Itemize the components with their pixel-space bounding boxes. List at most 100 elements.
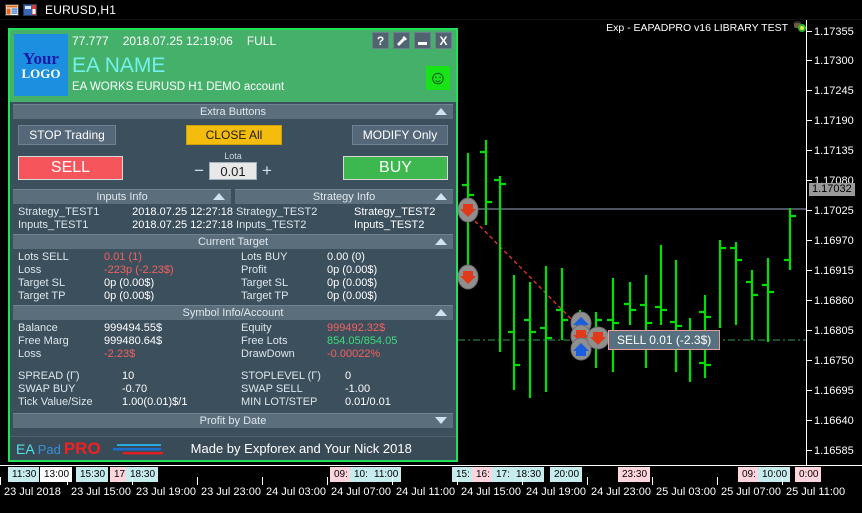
cell-key: SWAP SELL [241, 383, 345, 396]
window-title: EURUSD,H1 [45, 3, 116, 17]
cell-value: Strategy_TEST2 [354, 206, 435, 219]
cell-value: -0.70 [122, 383, 147, 396]
table-row: Balance999494.55$ Equity999492.32$ [10, 322, 456, 335]
time-badge-label: 0:00 [799, 469, 818, 480]
cell-value: 0.00 (0) [327, 251, 365, 264]
price-tick: 1.17245 [807, 86, 854, 96]
time-badge[interactable]: 10:00 [758, 467, 790, 482]
time-tick: 24 Jul 11:00 [396, 486, 455, 498]
cell-value: 0p (0.00$) [327, 290, 377, 303]
time-badge[interactable]: 11:00 [370, 467, 401, 482]
cell-value: 0p (0.00$) [327, 277, 377, 290]
price-tick: 1.17355 [807, 27, 854, 37]
time-badge-label: 11:30 [12, 469, 36, 480]
sell-marker [458, 198, 478, 222]
price-tick: 1.16750 [807, 356, 854, 366]
tools-icon [396, 35, 408, 47]
lot-input[interactable]: 0.01 [209, 162, 257, 180]
cell-key: Target TP [241, 290, 327, 303]
table-row: Free Marg999480.64$ Free Lots854.05/854.… [10, 335, 456, 348]
time-badge[interactable]: 09: [330, 467, 351, 482]
table-row: Loss-2.23$ DrawDown-0.00022% [10, 348, 456, 361]
minimize-button[interactable] [414, 32, 431, 49]
time-tick: 23 Jul 23:00 [201, 486, 261, 498]
brand-lines-icon [113, 442, 169, 456]
chevron-up-icon [435, 108, 447, 115]
time-tick: 24 Jul 23:00 [591, 486, 651, 498]
chevron-up-icon [435, 193, 447, 200]
current-price-label: 1.17032 [809, 183, 855, 196]
cell-key: DrawDown [241, 348, 327, 361]
trade-row: SELL Lota − 0.01 + BUY [10, 145, 456, 187]
time-badge[interactable]: 17: [492, 467, 513, 482]
time-badge[interactable]: 15: [452, 467, 473, 482]
section-header-inputs-info[interactable]: Inputs Info [13, 189, 231, 204]
close-button[interactable]: X [435, 32, 452, 49]
section-header-symbol-info[interactable]: Symbol Info/Account [13, 305, 453, 320]
time-badge[interactable]: 0:00 [795, 467, 821, 482]
cell-key: Strategy_TEST2 [236, 206, 354, 219]
price-tick: 1.16860 [807, 296, 854, 306]
cell-value: 0p (0.00$) [104, 277, 154, 290]
stop-trading-button[interactable]: STOP Trading [18, 125, 116, 145]
close-all-button[interactable]: CLOSE All [186, 125, 282, 145]
time-badge[interactable]: 18:30 [126, 467, 158, 482]
price-tick: 1.17300 [807, 56, 854, 66]
buy-button[interactable]: BUY [343, 156, 448, 180]
price-scale[interactable]: 1.17355 1.17300 1.17245 1.17190 1.17135 … [806, 20, 862, 465]
cell-key: Balance [18, 322, 104, 335]
settings-button[interactable] [393, 32, 410, 49]
eapad-panel[interactable]: 77.777 2018.07.25 12:19:06 FULL ? X Your… [8, 28, 458, 462]
price-tick: 1.16640 [807, 416, 854, 426]
time-badge[interactable]: 18:30 [512, 467, 544, 482]
time-badge-label: 15:30 [80, 469, 105, 480]
section-header-extra-buttons[interactable]: Extra Buttons [13, 104, 453, 119]
cell-key: Target TP [18, 290, 104, 303]
time-badge[interactable]: 11:30 [8, 467, 39, 482]
modify-only-button[interactable]: MODIFY Only [352, 125, 448, 145]
help-button[interactable]: ? [372, 32, 389, 49]
time-badge[interactable]: 20:00 [550, 467, 582, 482]
cell-value: 0 [345, 370, 351, 383]
price-tick: 1.17190 [807, 116, 854, 126]
ea-subtitle: EA WORKS EURUSD H1 DEMO account [72, 81, 284, 93]
price-tick: 1.16585 [807, 446, 854, 456]
time-badge-label: 09: [334, 469, 348, 480]
lot-decrease-button[interactable]: − [194, 164, 204, 178]
info-headers-row: Inputs Info Strategy Info [10, 189, 456, 204]
time-badge[interactable]: 09: [738, 467, 759, 482]
cell-key: Target SL [241, 277, 327, 290]
cell-value: 854.05/854.05 [327, 335, 397, 348]
sell-button[interactable]: SELL [18, 156, 123, 180]
lot-increase-button[interactable]: + [262, 164, 272, 178]
time-badge-label: 10:00 [762, 469, 787, 480]
section-header-current-target[interactable]: Current Target [13, 234, 453, 249]
section-header-profit-by-date[interactable]: Profit by Date [13, 413, 453, 428]
time-tick: 23 Jul 19:00 [136, 486, 196, 498]
time-badge[interactable]: 15:30 [76, 467, 108, 482]
section-title: Strategy Info [313, 191, 375, 203]
time-badge-label: 20:00 [554, 469, 579, 480]
cell-key: Strategy_TEST1 [18, 206, 132, 219]
time-tick: 24 Jul 03:00 [266, 486, 326, 498]
cell-value: Inputs_TEST2 [354, 219, 424, 232]
section-header-strategy-info[interactable]: Strategy Info [235, 189, 453, 204]
time-badge-label: 18:30 [130, 469, 155, 480]
time-badge[interactable]: 16: [472, 467, 493, 482]
smiley-icon[interactable]: ☺ [426, 66, 450, 90]
pad-top-bar: 77.777 2018.07.25 12:19:06 FULL ? X [10, 30, 456, 52]
table-row: Lots SELL0.01 (1) Lots BUY0.00 (0) [10, 251, 456, 264]
save-chart-icon [23, 3, 37, 17]
time-tick: 23 Jul 15:00 [71, 486, 131, 498]
logo-line-1: Your [23, 50, 59, 67]
time-tick: 24 Jul 15:00 [461, 486, 521, 498]
order-tooltip[interactable]: SELL 0.01 (-2.3$) [608, 330, 720, 350]
symbol-info-rows: Balance999494.55$ Equity999492.32$ Free … [10, 320, 456, 409]
chevron-up-icon [213, 193, 225, 200]
time-badge[interactable]: 10: [350, 467, 371, 482]
time-badge[interactable]: 23:30 [618, 467, 650, 482]
table-row: Tick Value/Size1.00(0.01)$/1 MIN LOT/STE… [10, 396, 456, 409]
table-row: Target SL0p (0.00$) Target SL0p (0.00$) [10, 277, 456, 290]
time-scale[interactable]: 11:30 13:00 15:30 17: 18:30 09: 10: 11:0… [0, 465, 862, 513]
cell-value: 0p (0.00$) [327, 264, 377, 277]
